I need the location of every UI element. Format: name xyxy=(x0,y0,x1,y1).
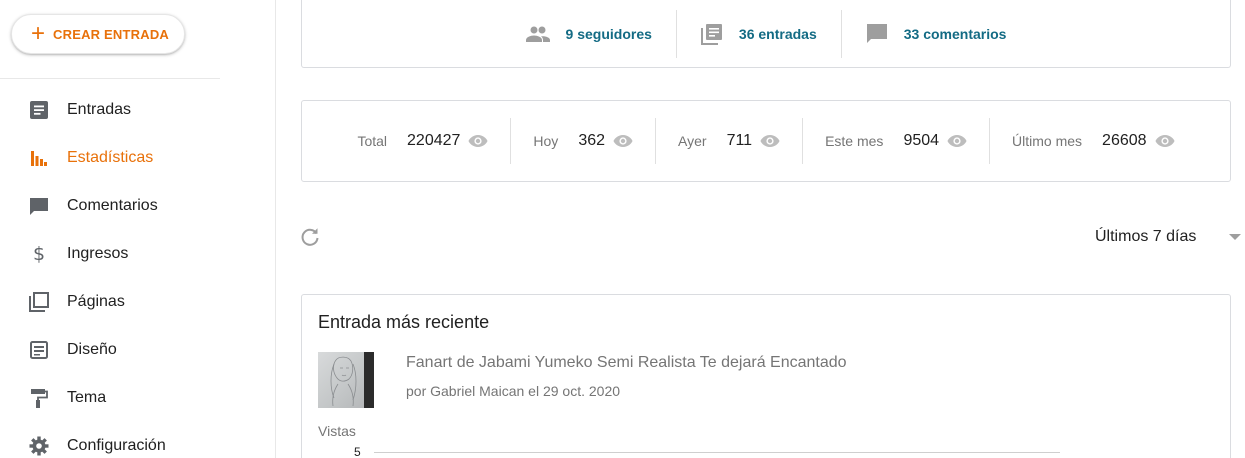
stat-value: 711 xyxy=(726,132,753,149)
sidebar-item-theme[interactable]: Tema xyxy=(0,374,275,422)
chart-tick-label: 5 xyxy=(354,445,361,458)
sidebar-item-label: Ingresos xyxy=(67,245,129,262)
stat-value: 220427 xyxy=(407,132,461,149)
pageviews-row: Total 220427 Hoy 362 Ayer 711 Este mes 9… xyxy=(302,101,1230,181)
comments-count: 33 comentarios xyxy=(903,25,1007,42)
summary-card: 9 seguidores 36 entradas 33 comentarios xyxy=(301,0,1231,68)
card-title: Entrada más reciente xyxy=(318,312,490,332)
sidebar: + CREAR ENTRADA Entradas Estadísticas Co… xyxy=(0,0,276,458)
chart-gridline xyxy=(374,452,1060,453)
pageviews-card: Total 220427 Hoy 362 Ayer 711 Este mes 9… xyxy=(301,100,1231,182)
eye-icon xyxy=(760,134,780,148)
sidebar-divider xyxy=(0,78,220,79)
posts-count: 36 entradas xyxy=(738,25,817,42)
stats-icon xyxy=(28,147,50,169)
layout-icon xyxy=(28,339,50,361)
posts-link[interactable]: 36 entradas xyxy=(675,9,841,58)
sidebar-item-earnings[interactable]: $ Ingresos xyxy=(0,230,275,278)
refresh-icon[interactable] xyxy=(299,227,321,249)
comments-icon xyxy=(28,195,50,217)
comments-link[interactable]: 33 comentarios xyxy=(840,9,1031,58)
create-post-button[interactable]: + CREAR ENTRADA xyxy=(11,14,185,54)
chevron-down-icon[interactable] xyxy=(1229,234,1241,240)
paint-roller-icon xyxy=(28,387,50,409)
sidebar-item-stats[interactable]: Estadísticas xyxy=(0,134,275,182)
eye-icon xyxy=(468,134,488,148)
sidebar-item-settings[interactable]: Configuración xyxy=(0,422,275,458)
stat-yesterday: Ayer 711 xyxy=(655,118,802,164)
stat-label: Último mes xyxy=(1012,133,1083,149)
sidebar-item-comments[interactable]: Comentarios xyxy=(0,182,275,230)
stat-last-month: Último mes 26608 xyxy=(989,118,1197,164)
create-post-label: CREAR ENTRADA xyxy=(53,26,170,42)
dollar-icon: $ xyxy=(32,243,46,265)
sidebar-item-label: Entradas xyxy=(67,101,132,118)
sidebar-item-label: Diseño xyxy=(67,341,117,358)
sidebar-item-label: Comentarios xyxy=(67,197,158,214)
stat-label: Este mes xyxy=(825,133,884,149)
eye-icon xyxy=(613,134,633,148)
followers-link[interactable]: 9 seguidores xyxy=(502,10,676,58)
posts-icon xyxy=(28,99,50,121)
stat-total: Total 220427 xyxy=(335,118,510,164)
sidebar-item-label: Páginas xyxy=(67,293,125,310)
summary-row: 9 seguidores 36 entradas 33 comentarios xyxy=(302,0,1230,67)
sidebar-item-pages[interactable]: Páginas xyxy=(0,278,275,326)
pages-icon xyxy=(28,291,50,313)
sidebar-item-layout[interactable]: Diseño xyxy=(0,326,275,374)
sidebar-nav: Entradas Estadísticas Comentarios $ Ingr… xyxy=(0,86,275,458)
stat-value: 26608 xyxy=(1102,132,1147,149)
stat-label: Hoy xyxy=(533,133,559,149)
post-thumbnail[interactable] xyxy=(318,352,374,408)
people-icon xyxy=(525,26,550,42)
eye-icon xyxy=(1155,134,1175,148)
stat-value: 9504 xyxy=(903,132,940,149)
stat-today: Hoy 362 xyxy=(510,118,655,164)
stat-this-month: Este mes 9504 xyxy=(802,118,989,164)
post-meta: por Gabriel Maican el 29 oct. 2020 xyxy=(406,383,621,399)
chart-axis-label: Vistas xyxy=(318,423,356,439)
period-select[interactable]: Últimos 7 días xyxy=(1095,228,1196,246)
sidebar-item-label: Estadísticas xyxy=(67,149,154,166)
comment-icon xyxy=(866,23,888,45)
stat-value: 362 xyxy=(578,132,606,149)
library-books-icon xyxy=(700,23,723,45)
gear-icon xyxy=(28,435,50,457)
eye-icon xyxy=(947,134,967,148)
sidebar-item-posts[interactable]: Entradas xyxy=(0,86,275,134)
post-title-link[interactable]: Fanart de Jabami Yumeko Semi Realista Te… xyxy=(406,354,847,372)
plus-icon: + xyxy=(31,20,46,47)
stat-label: Ayer xyxy=(678,133,707,149)
sidebar-item-label: Configuración xyxy=(67,437,166,454)
followers-count: 9 seguidores xyxy=(565,25,652,42)
sidebar-item-label: Tema xyxy=(67,389,107,406)
recent-post-card: Entrada más reciente Fanart de Jabami Yu… xyxy=(301,294,1231,458)
stat-label: Total xyxy=(357,133,388,149)
